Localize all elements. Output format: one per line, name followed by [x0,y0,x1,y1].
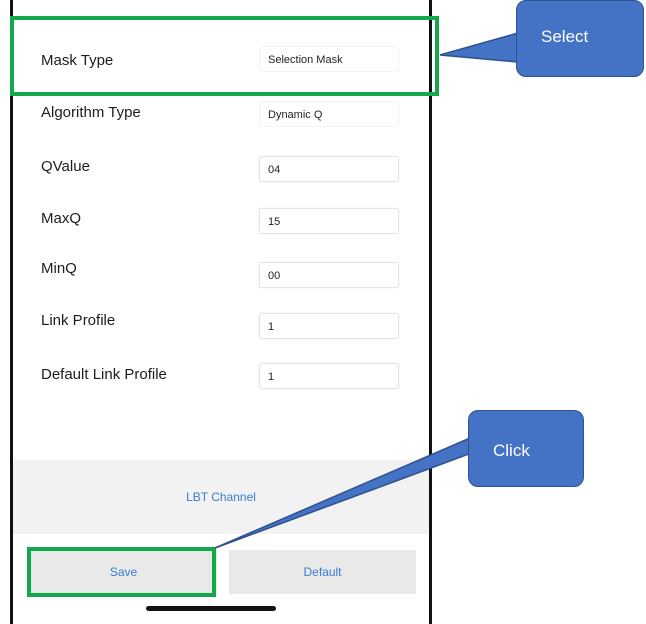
click-callout: Click [468,410,584,487]
select-callout-label: Select [541,27,589,46]
callout-pointers [214,32,519,549]
click-callout-label: Click [493,441,530,460]
select-callout-pointer [439,32,519,63]
select-callout: Select [516,0,644,77]
